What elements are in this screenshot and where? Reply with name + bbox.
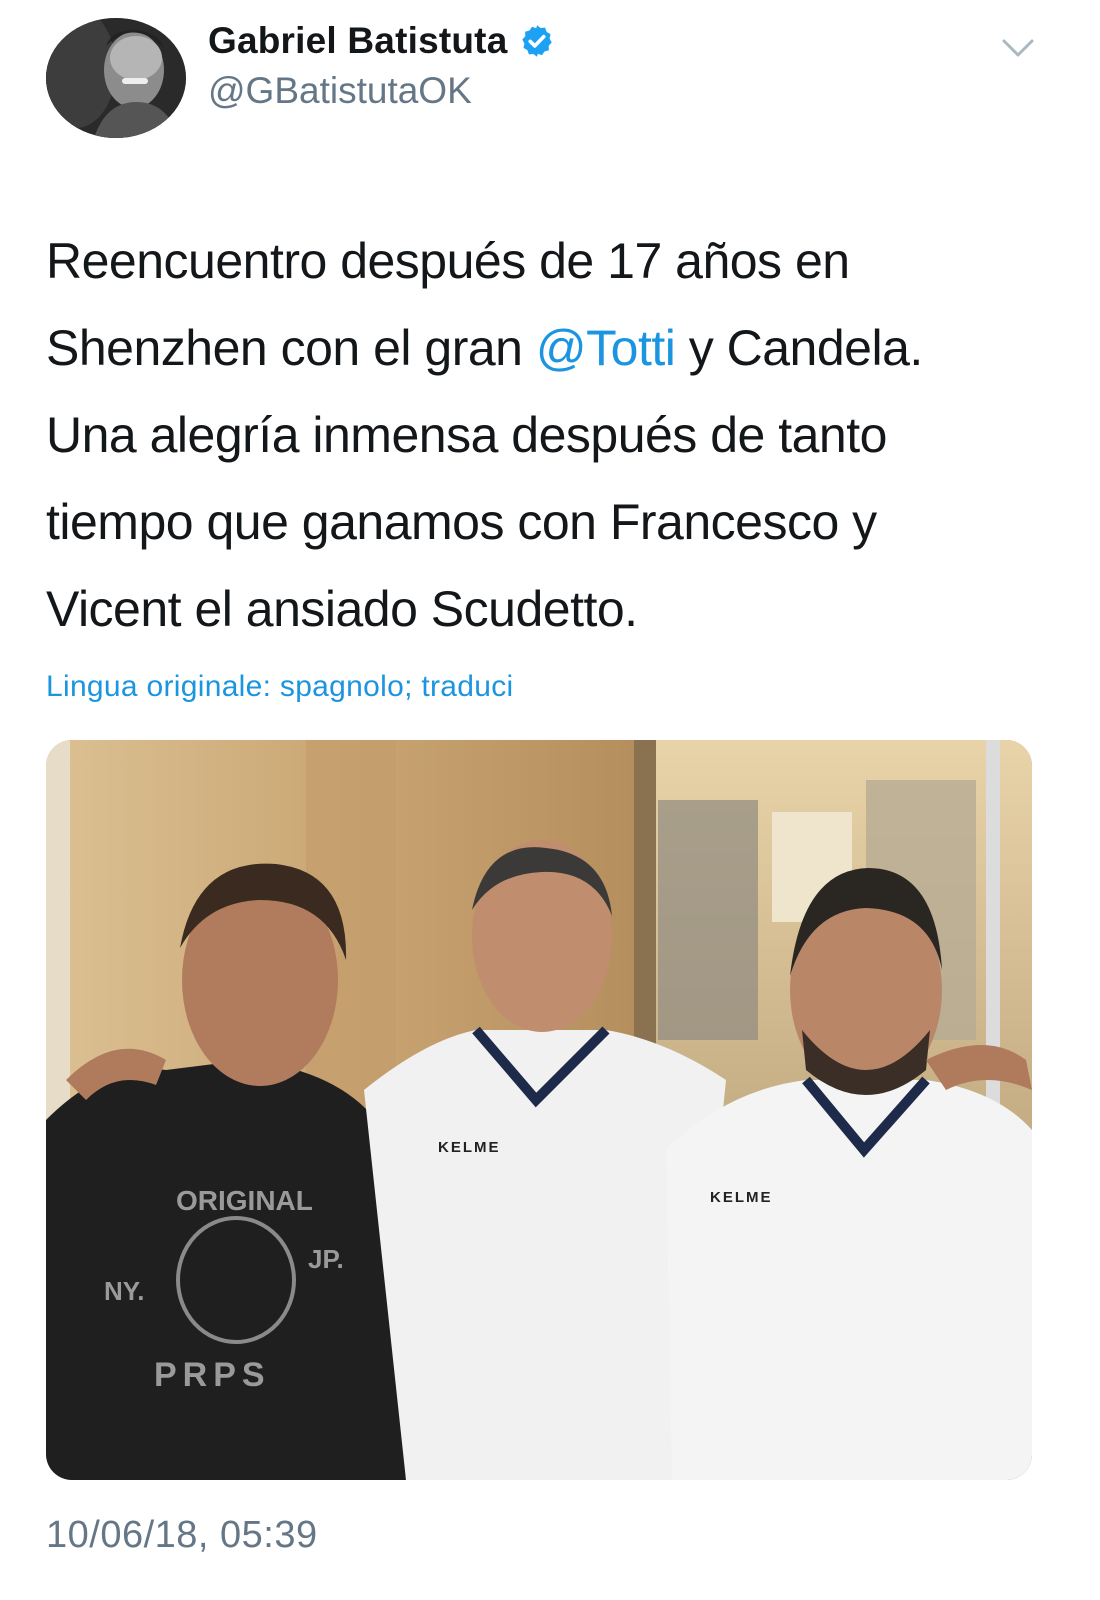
author-display-name[interactable]: Gabriel Batistuta: [208, 20, 507, 62]
tshirt-print-top: ORIGINAL: [176, 1185, 313, 1216]
author-avatar[interactable]: [46, 18, 186, 138]
tweet-line: Shenzhen con el gran @Totti y Candela.: [46, 305, 1056, 392]
tshirt-print-bottom: PRPS: [154, 1356, 271, 1394]
tweet-photo[interactable]: ORIGINAL NY. JP. PRPS KELME KELME: [46, 740, 1032, 1480]
tshirt-print-left: NY.: [104, 1276, 144, 1306]
author-handle[interactable]: @GBatistutaOK: [208, 70, 555, 112]
shirt-logo-right: KELME: [710, 1189, 773, 1206]
chevron-down-icon[interactable]: [1000, 36, 1036, 62]
avatar-photo: [46, 18, 186, 138]
tweet-line: Reencuentro después de 17 años en: [46, 233, 850, 289]
mention-link-totti[interactable]: @Totti: [536, 320, 676, 376]
author-names[interactable]: Gabriel Batistuta @GBatistutaOK: [208, 20, 555, 112]
tweet-card: Gabriel Batistuta @GBatistutaOK Reencuen…: [0, 0, 1100, 1600]
shirt-logo-center: KELME: [438, 1139, 501, 1156]
tweet-line: Vicent el ansiado Scudetto.: [46, 581, 638, 637]
tshirt-print-right: JP.: [308, 1244, 344, 1274]
tweet-text: Reencuentro después de 17 años en Shenzh…: [46, 218, 1056, 653]
tweet-timestamp[interactable]: 10/06/18, 05:39: [46, 1514, 318, 1557]
tweet-line: tiempo que ganamos con Francesco y: [46, 494, 877, 550]
photo-illustration: ORIGINAL NY. JP. PRPS KELME KELME: [46, 740, 1032, 1480]
tweet-line: Una alegría inmensa después de tanto: [46, 407, 887, 463]
tweet-text-segment: Shenzhen con el gran: [46, 320, 536, 376]
tweet-text-segment: y Candela.: [675, 320, 924, 376]
translate-link[interactable]: Lingua originale: spagnolo; traduci: [46, 670, 514, 704]
verified-badge-icon: [522, 25, 553, 57]
